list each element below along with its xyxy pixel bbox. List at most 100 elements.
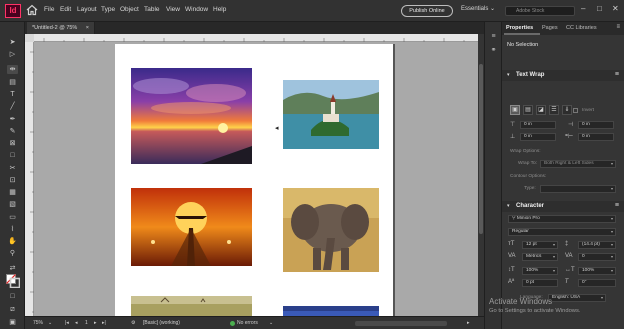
preflight-gear-icon[interactable]: ⚙ — [131, 320, 135, 326]
chevron-down-icon[interactable]: ⌄ — [269, 320, 273, 326]
no-wrap-button[interactable]: ▣ — [510, 105, 520, 115]
menu-layout[interactable]: Layout — [77, 6, 97, 13]
text-wrap-menu-icon[interactable]: ≡ — [615, 71, 619, 78]
hand-tool-icon[interactable]: ✋ — [7, 237, 18, 246]
jump-next-column-button[interactable]: ⇓ — [562, 105, 572, 115]
image-frame-lake-island[interactable] — [283, 80, 379, 149]
menu-table[interactable]: Table — [144, 6, 160, 13]
wrap-to-select[interactable]: Both Right & Left Sides ▾ — [540, 160, 616, 168]
scissors-icon[interactable]: ✂ — [7, 164, 18, 173]
top-offset-field[interactable]: 0 in — [520, 121, 556, 129]
panel-menu-icon[interactable]: ≡ — [616, 24, 620, 30]
bottom-offset-field[interactable]: 0 in — [520, 133, 556, 141]
image-frame-elephant[interactable] — [283, 188, 379, 272]
rectangle-frame-icon[interactable]: ⊠ — [7, 139, 18, 148]
vertical-ruler[interactable] — [25, 42, 34, 316]
direct-selection-icon[interactable]: ▷ — [7, 50, 18, 59]
skew-field[interactable]: 0° — [578, 279, 616, 287]
fill-stroke-icon[interactable] — [6, 274, 20, 288]
menu-window[interactable]: Window — [185, 6, 208, 13]
font-family-select[interactable]: ⚲ Minion Pro ▾ — [508, 215, 616, 223]
invert-checkbox[interactable] — [573, 108, 578, 113]
vertical-scroll-thumb[interactable] — [479, 64, 483, 234]
selection-tool-icon[interactable]: ➤ — [7, 38, 18, 47]
baseline-shift-field[interactable]: 0 pt — [522, 279, 558, 287]
chevron-down-icon[interactable]: ⌄ — [490, 5, 495, 12]
line-tool-icon[interactable]: ╱ — [7, 102, 18, 111]
document-tab[interactable]: *Untitled-2 @ 75% × — [27, 22, 95, 34]
next-page-icon[interactable]: ▸ — [94, 320, 97, 326]
font-style-select[interactable]: Regular ▾ — [508, 228, 616, 236]
gap-tool-icon[interactable]: ⇹ — [7, 65, 18, 74]
preflight-profile[interactable]: [Basic] (working) — [143, 320, 180, 326]
type-tool-icon[interactable]: T — [7, 90, 18, 99]
swap-colors-icon[interactable]: ⇄ — [7, 264, 18, 273]
collapse-arrow-icon[interactable]: ▾ — [507, 72, 510, 78]
content-collector-icon[interactable]: ▤ — [7, 78, 18, 87]
workspace-switcher[interactable]: Essentials — [461, 6, 488, 12]
menu-help[interactable]: Help — [213, 6, 226, 13]
first-page-icon[interactable]: |◂ — [65, 320, 69, 326]
pen-tool-icon[interactable]: ✒ — [7, 115, 18, 124]
pasteboard[interactable]: ◂ — [34, 42, 478, 316]
character-header[interactable]: ▾ Character ≡ — [502, 201, 624, 212]
language-select[interactable]: English: USA ▾ — [548, 294, 606, 302]
maximize-icon[interactable]: □ — [597, 4, 602, 13]
screen-mode-icon[interactable]: ▣ — [7, 318, 18, 327]
jump-object-button[interactable]: ☰ — [549, 105, 559, 115]
stock-search-input[interactable]: Adobe Stock — [505, 6, 575, 16]
horizontal-scroll-thumb[interactable] — [355, 321, 447, 326]
publish-online-button[interactable]: Publish Online — [401, 5, 453, 17]
scroll-right-icon[interactable]: ▸ — [467, 320, 470, 326]
preflight-errors[interactable]: No errors — [237, 320, 258, 326]
close-icon[interactable]: ✕ — [612, 4, 619, 13]
prev-page-icon[interactable]: ◂ — [75, 320, 78, 326]
layers-icon[interactable]: ≡ — [489, 32, 498, 41]
apply-none-icon[interactable]: ⧄ — [7, 305, 18, 314]
pencil-tool-icon[interactable]: ✎ — [7, 127, 18, 136]
image-frame-savanna[interactable] — [131, 296, 252, 316]
kerning-field[interactable]: Metrics ▾ — [522, 253, 558, 261]
gradient-swatch-icon[interactable]: ▦ — [7, 188, 18, 197]
formatting-container-icon[interactable]: □ — [7, 292, 18, 301]
note-tool-icon[interactable]: ▭ — [7, 213, 18, 222]
horizontal-ruler[interactable] — [34, 34, 478, 42]
text-wrap-header[interactable]: ▾ Text Wrap ≡ — [502, 70, 624, 81]
font-size-field[interactable]: 12 pt ▾ — [522, 241, 558, 249]
right-offset-field[interactable]: 0 in — [578, 133, 614, 141]
last-page-icon[interactable]: ▸| — [102, 320, 106, 326]
zoom-tool-icon[interactable]: ⚲ — [7, 249, 18, 258]
menu-file[interactable]: File — [44, 6, 54, 13]
page-number[interactable]: 1 — [85, 320, 88, 326]
menu-view[interactable]: View — [166, 6, 180, 13]
links-icon[interactable]: ⚭ — [489, 46, 498, 55]
menu-object[interactable]: Object — [120, 6, 139, 13]
tracking-field[interactable]: 0 ▾ — [578, 253, 616, 261]
character-menu-icon[interactable]: ≡ — [615, 202, 619, 209]
horizontal-scale-field[interactable]: 100% ▾ — [578, 267, 616, 275]
free-transform-icon[interactable]: ⊡ — [7, 176, 18, 185]
chevron-down-icon[interactable]: ⌄ — [48, 320, 52, 326]
tab-properties[interactable]: Properties — [506, 25, 533, 31]
left-offset-field[interactable]: 0 in — [578, 121, 614, 129]
menu-type[interactable]: Type — [101, 6, 115, 13]
leading-field[interactable]: (14.4 pt) ▾ — [578, 241, 616, 249]
zoom-level[interactable]: 75% — [33, 320, 43, 326]
contour-type-select[interactable]: ▾ — [540, 185, 616, 193]
image-frame-sky[interactable] — [283, 306, 379, 316]
minimize-icon[interactable]: – — [581, 4, 585, 13]
ruler-origin[interactable] — [25, 34, 34, 42]
tab-cc-libraries[interactable]: CC Libraries — [566, 25, 597, 31]
document-page[interactable] — [115, 44, 395, 316]
collapse-arrow-icon[interactable]: ▾ — [507, 203, 510, 209]
wrap-bounding-box-button[interactable]: ▤ — [523, 105, 533, 115]
home-icon[interactable] — [26, 4, 38, 16]
eyedropper-icon[interactable]: ⌇ — [7, 225, 18, 234]
gradient-feather-icon[interactable]: ▧ — [7, 200, 18, 209]
image-frame-sunset-sea[interactable] — [131, 68, 252, 164]
vertical-scale-field[interactable]: 100% ▾ — [522, 267, 558, 275]
tab-pages[interactable]: Pages — [542, 25, 558, 31]
tab-close-icon[interactable]: × — [86, 22, 89, 34]
image-frame-pier-sunset[interactable] — [131, 188, 252, 266]
app-logo[interactable]: Id — [5, 4, 21, 18]
